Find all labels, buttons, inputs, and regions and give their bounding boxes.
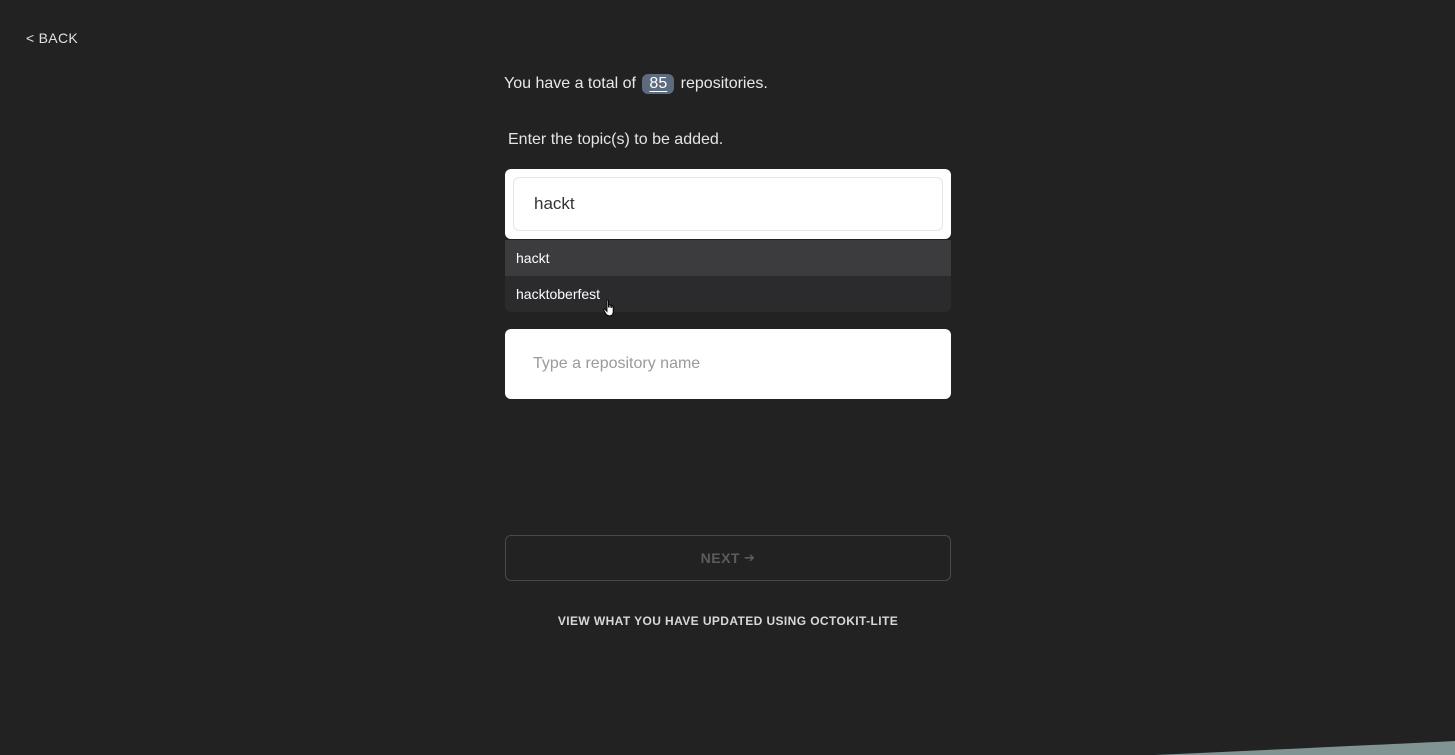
repository-summary: You have a total of 85 repositories. bbox=[504, 74, 768, 94]
arrow-right-icon: ➔ bbox=[743, 550, 756, 565]
topic-suggestions-dropdown: hackt hacktoberfest bbox=[505, 240, 951, 312]
topic-input[interactable] bbox=[513, 177, 943, 231]
summary-prefix: You have a total of bbox=[504, 75, 636, 92]
next-button[interactable]: NEXT ➔ bbox=[505, 535, 951, 581]
page: < BACK You have a total of 85 repositori… bbox=[0, 0, 1455, 755]
repository-name-input[interactable] bbox=[513, 337, 943, 391]
topic-label: Enter the topic(s) to be added. bbox=[508, 131, 724, 148]
summary-suffix: repositories. bbox=[680, 75, 768, 92]
repository-count-badge: 85 bbox=[642, 74, 675, 94]
hand-pointer-icon bbox=[603, 299, 614, 317]
decorative-corner-curve bbox=[1155, 741, 1455, 755]
back-link[interactable]: < BACK bbox=[26, 30, 78, 46]
next-button-label: NEXT bbox=[700, 550, 740, 566]
suggestion-item[interactable]: hacktoberfest bbox=[505, 276, 951, 312]
repository-input-container bbox=[505, 329, 951, 399]
suggestion-item[interactable]: hackt bbox=[505, 240, 951, 276]
topic-input-container bbox=[505, 169, 951, 239]
view-updates-link[interactable]: VIEW WHAT YOU HAVE UPDATED USING OCTOKIT… bbox=[505, 614, 951, 628]
